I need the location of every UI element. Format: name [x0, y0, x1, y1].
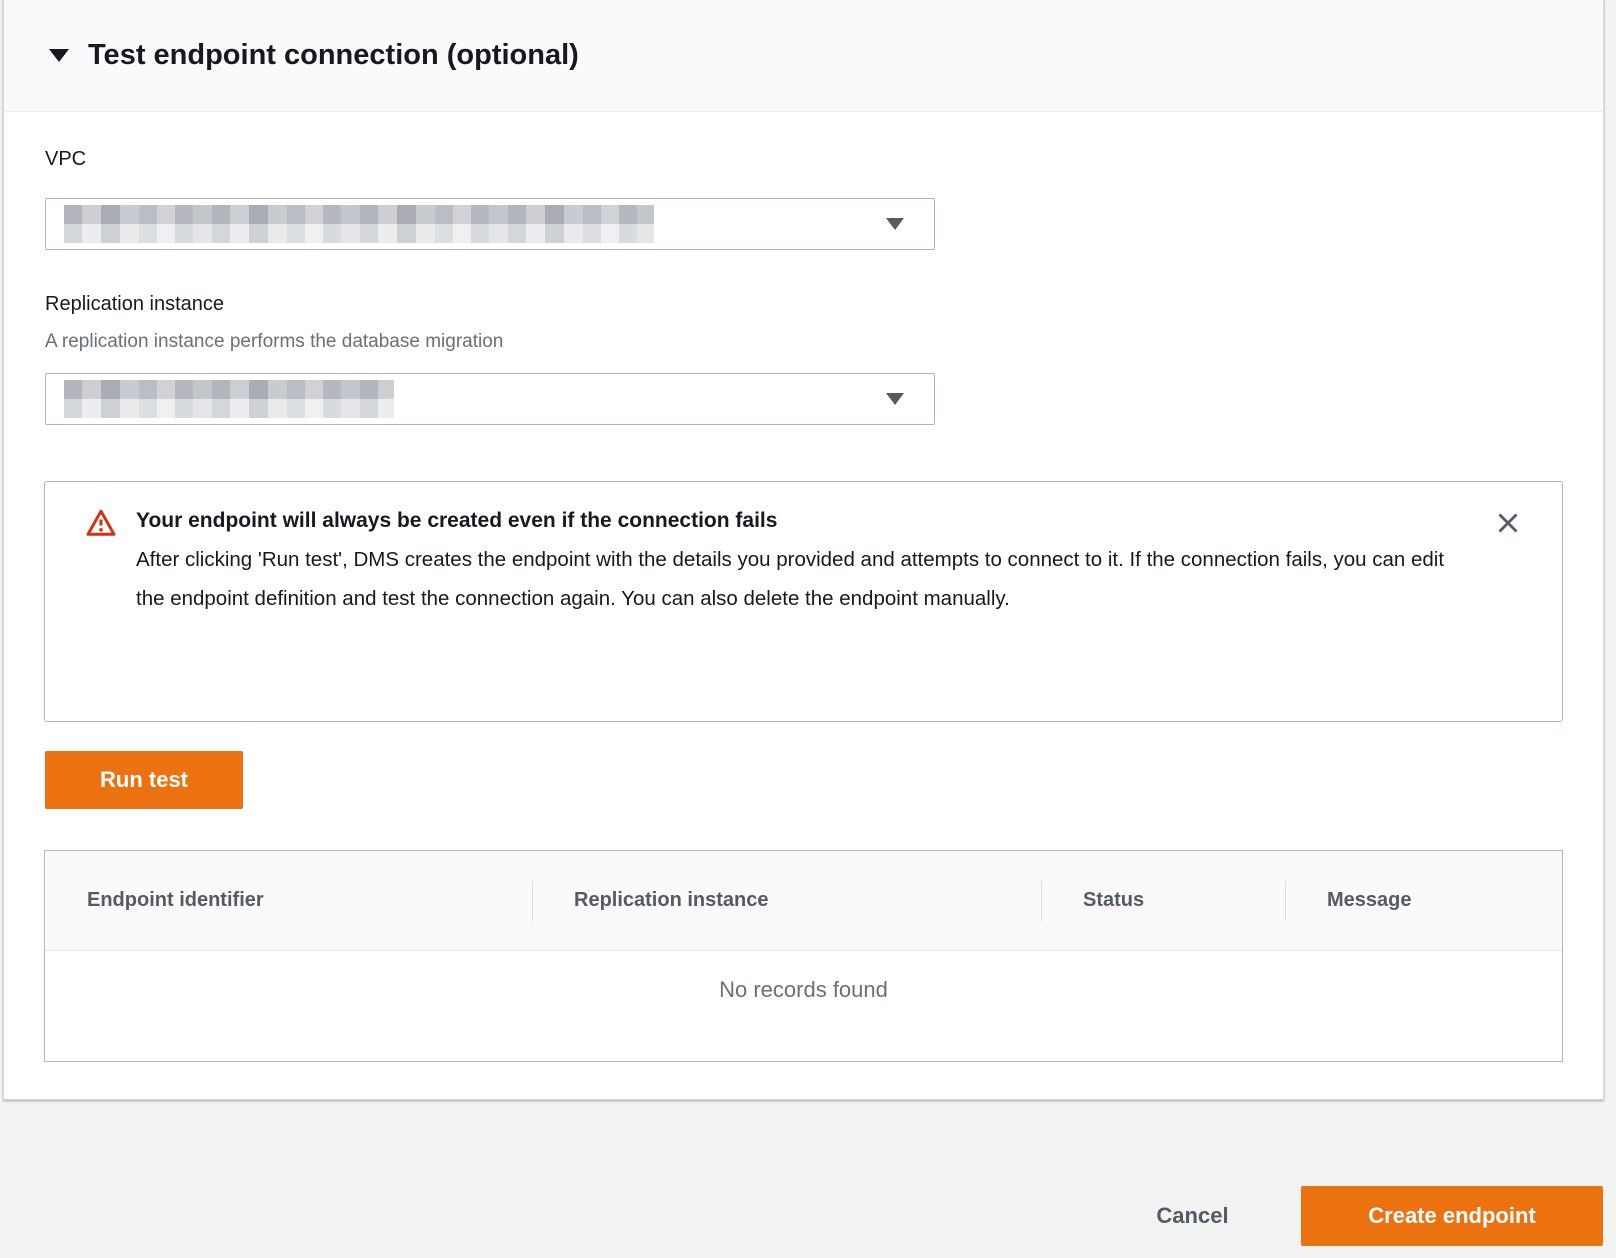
column-header-replication-instance: Replication instance	[532, 851, 1041, 950]
close-icon[interactable]	[1490, 506, 1526, 542]
create-endpoint-button[interactable]: Create endpoint	[1301, 1186, 1603, 1246]
test-endpoint-connection-panel: Test endpoint connection (optional) VPC …	[3, 0, 1604, 1100]
cancel-button[interactable]: Cancel	[1125, 1186, 1260, 1246]
chevron-down-icon	[886, 218, 904, 230]
chevron-down-icon	[886, 393, 904, 405]
replication-instance-label: Replication instance	[45, 293, 224, 316]
warning-triangle-icon	[86, 508, 116, 543]
vpc-select[interactable]	[45, 198, 935, 250]
alert-body: After clicking 'Run test', DMS creates t…	[136, 540, 1456, 618]
replication-instance-selected-value-redacted	[64, 380, 394, 418]
replication-instance-select[interactable]	[45, 373, 935, 425]
vpc-label: VPC	[45, 148, 86, 171]
column-header-message: Message	[1285, 851, 1562, 950]
column-header-status: Status	[1041, 851, 1285, 950]
table-header-row: Endpoint identifier Replication instance…	[45, 851, 1562, 951]
table-empty-state: No records found	[45, 951, 1562, 1003]
alert-title: Your endpoint will always be created eve…	[136, 509, 1456, 533]
vpc-selected-value-redacted	[64, 205, 654, 243]
warning-alert: Your endpoint will always be created eve…	[44, 481, 1563, 722]
section-title: Test endpoint connection (optional)	[88, 39, 579, 72]
section-header[interactable]: Test endpoint connection (optional)	[4, 0, 1603, 112]
collapse-section-icon[interactable]	[49, 49, 69, 62]
run-test-button[interactable]: Run test	[45, 751, 243, 809]
column-header-endpoint-identifier: Endpoint identifier	[45, 851, 532, 950]
replication-instance-description: A replication instance performs the data…	[45, 331, 503, 353]
alert-content: Your endpoint will always be created eve…	[136, 509, 1456, 618]
test-results-table: Endpoint identifier Replication instance…	[44, 850, 1563, 1062]
